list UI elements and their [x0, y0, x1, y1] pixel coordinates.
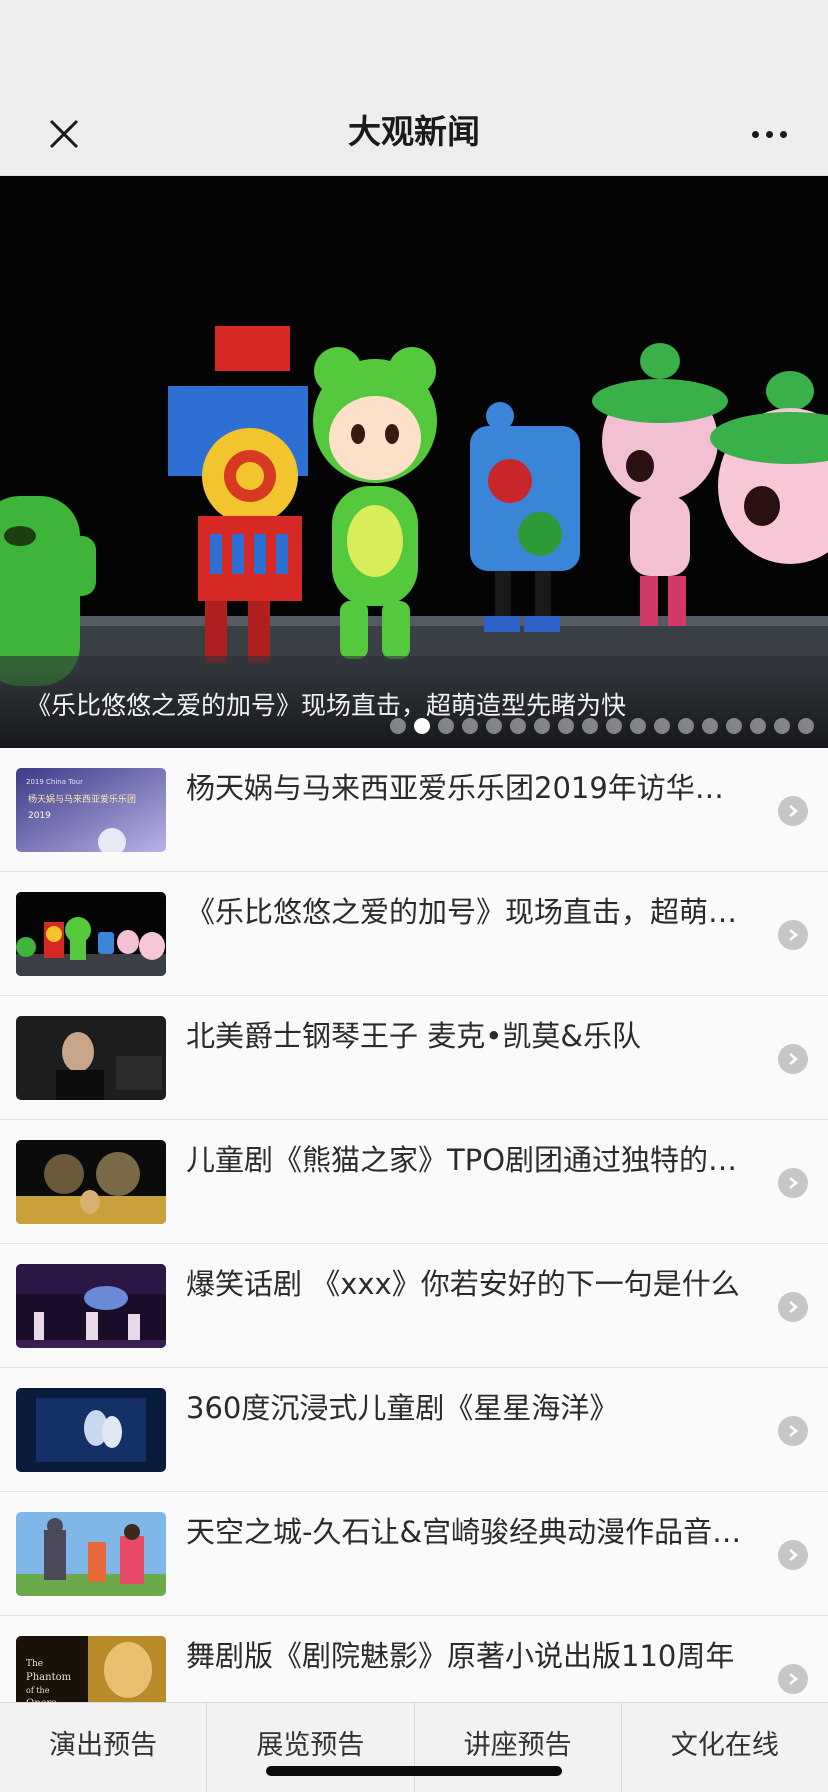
- more-icon-dot: [779, 130, 787, 138]
- banner-page-dot[interactable]: [510, 718, 526, 734]
- tab-exhibition-preview[interactable]: 展览预告: [207, 1703, 415, 1792]
- phantom-name-text: Phantom: [26, 1672, 72, 1683]
- list-item[interactable]: 爆笑话剧 《xxx》你若安好的下一句是什么: [0, 1244, 828, 1368]
- news-title: 爆笑话剧 《xxx》你若安好的下一句是什么: [186, 1267, 740, 1301]
- page-title: 大观新闻: [348, 112, 480, 151]
- banner-page-dot[interactable]: [438, 718, 454, 734]
- tab-lecture-preview[interactable]: 讲座预告: [415, 1703, 622, 1792]
- banner-page-dot[interactable]: [702, 718, 718, 734]
- banner-page-dot[interactable]: [750, 718, 766, 734]
- traffic-light-character: [470, 402, 580, 632]
- banner-page-dot[interactable]: [414, 718, 430, 734]
- news-title: 天空之城-久石让&宫崎骏经典动漫作品音乐会: [186, 1515, 746, 1549]
- list-item[interactable]: 天空之城-久石让&宫崎骏经典动漫作品音乐会: [0, 1492, 828, 1616]
- more-icon: [751, 130, 759, 138]
- nav-bar: 大观新闻: [0, 88, 828, 176]
- news-thumbnail: [16, 1264, 166, 1348]
- news-thumbnail: [16, 1016, 166, 1100]
- news-thumbnail: [16, 1388, 166, 1472]
- phantom-of-text: of the: [26, 1686, 50, 1695]
- news-thumbnail: [16, 1140, 166, 1224]
- robot-character: [168, 326, 308, 663]
- banner-page-dot[interactable]: [726, 718, 742, 734]
- news-thumbnail: [16, 1512, 166, 1596]
- list-item[interactable]: 《乐比悠悠之爱的加号》现场直击，超萌造型先睹为快: [0, 872, 828, 996]
- chevron-right-icon: [778, 1044, 808, 1074]
- bottom-tab-bar: 演出预告 展览预告 讲座预告 文化在线: [0, 1702, 828, 1792]
- news-title: 儿童剧《熊猫之家》TPO剧团通过独特的表演: [186, 1143, 746, 1177]
- close-icon: [49, 119, 79, 149]
- banner-page-dot[interactable]: [390, 718, 406, 734]
- tab-performance-preview[interactable]: 演出预告: [0, 1703, 208, 1792]
- banner-page-dot[interactable]: [558, 718, 574, 734]
- news-title: 杨天娲与马来西亚爱乐乐团2019年访华巡演: [186, 771, 746, 805]
- banner-page-dot[interactable]: [654, 718, 670, 734]
- news-thumbnail: 2019 China Tour 杨天娲与马来西亚爱乐乐团 2019: [16, 768, 166, 852]
- banner-page-dot[interactable]: [582, 718, 598, 734]
- strawberry-characters: [592, 343, 828, 626]
- close-button[interactable]: [38, 108, 90, 160]
- news-list: 2019 China Tour 杨天娲与马来西亚爱乐乐团 2019 杨天娲与马来…: [0, 748, 828, 1740]
- banner-pagination: [390, 718, 814, 734]
- chevron-right-icon: [778, 1292, 808, 1322]
- banner-page-dot[interactable]: [774, 718, 790, 734]
- news-thumbnail: [16, 892, 166, 976]
- tab-culture-online[interactable]: 文化在线: [622, 1703, 828, 1792]
- chevron-right-icon: [778, 1416, 808, 1446]
- banner-carousel[interactable]: 《乐比悠悠之爱的加号》现场直击，超萌造型先睹为快: [0, 176, 828, 748]
- poster-year-text: 2019: [28, 811, 51, 821]
- status-bar: [0, 0, 828, 88]
- list-item[interactable]: 北美爵士钢琴王子 麦克•凯莫&乐队: [0, 996, 828, 1120]
- chevron-right-icon: [778, 920, 808, 950]
- banner-page-dot[interactable]: [678, 718, 694, 734]
- list-item[interactable]: 2019 China Tour 杨天娲与马来西亚爱乐乐团 2019 杨天娲与马来…: [0, 748, 828, 872]
- phantom-the-text: The: [26, 1659, 43, 1669]
- banner-image: [0, 326, 828, 748]
- list-item[interactable]: 360度沉浸式儿童剧《星星海洋》: [0, 1368, 828, 1492]
- news-title: 360度沉浸式儿童剧《星星海洋》: [186, 1391, 619, 1425]
- more-icon-dot: [765, 130, 773, 138]
- frog-character: [313, 347, 437, 659]
- poster-tour-text: 2019 China Tour: [26, 778, 83, 786]
- list-item[interactable]: 儿童剧《熊猫之家》TPO剧团通过独特的表演: [0, 1120, 828, 1244]
- chevron-right-icon: [778, 1664, 808, 1694]
- poster-name-text: 杨天娲与马来西亚爱乐乐团: [28, 793, 136, 805]
- news-title: 北美爵士钢琴王子 麦克•凯莫&乐队: [186, 1019, 641, 1053]
- chevron-right-icon: [778, 1540, 808, 1570]
- banner-caption: 《乐比悠悠之爱的加号》现场直击，超萌造型先睹为快: [26, 691, 627, 720]
- more-button[interactable]: [740, 108, 798, 160]
- banner-page-dot[interactable]: [630, 718, 646, 734]
- news-title: 《乐比悠悠之爱的加号》现场直击，超萌造型先睹为快: [186, 895, 746, 929]
- home-indicator[interactable]: [266, 1766, 562, 1776]
- banner-page-dot[interactable]: [486, 718, 502, 734]
- banner-page-dot[interactable]: [462, 718, 478, 734]
- chevron-right-icon: [778, 1168, 808, 1198]
- news-title: 舞剧版《剧院魅影》原著小说出版110周年: [186, 1639, 735, 1673]
- banner-page-dot[interactable]: [534, 718, 550, 734]
- banner-page-dot[interactable]: [606, 718, 622, 734]
- chevron-right-icon: [778, 796, 808, 826]
- banner-page-dot[interactable]: [798, 718, 814, 734]
